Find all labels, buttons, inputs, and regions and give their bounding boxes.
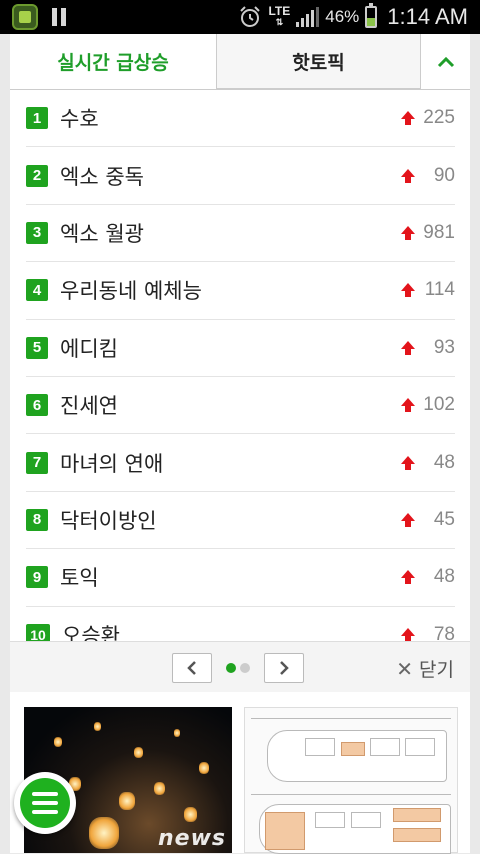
clock: 1:14 AM <box>387 4 468 29</box>
pause-icon <box>52 8 66 26</box>
trending-item[interactable]: 8 닥터이방인 45 <box>26 492 455 550</box>
rank-badge: 1 <box>26 107 48 130</box>
arrow-up-icon <box>401 570 415 585</box>
chevron-up-icon <box>437 56 454 67</box>
signal-icon <box>296 7 320 27</box>
arrow-up-icon <box>401 627 415 641</box>
rise-count: 981 <box>423 221 455 243</box>
arrow-up-icon <box>401 168 415 183</box>
chevron-left-icon <box>187 661 196 675</box>
rise-count: 114 <box>424 279 455 301</box>
battery-percent: 46% <box>325 7 360 26</box>
rank-badge: 3 <box>26 221 48 244</box>
rise-count: 225 <box>423 107 455 129</box>
chevron-right-icon <box>280 661 289 675</box>
rank-badge: 4 <box>26 279 48 302</box>
arrow-up-icon <box>401 283 415 298</box>
trending-term: 마녀의 연애 <box>60 451 164 476</box>
rise-count: 93 <box>433 336 455 358</box>
app-icon <box>12 4 38 30</box>
rank-badge: 8 <box>26 508 48 531</box>
rise-count: 48 <box>433 451 455 473</box>
arrow-up-icon <box>401 111 415 126</box>
arrow-up-icon <box>401 340 415 355</box>
trending-term: 수호 <box>60 107 99 132</box>
arrow-up-icon <box>401 398 415 413</box>
close-icon: ✕ <box>396 656 414 681</box>
trending-term: 엑소 월광 <box>60 221 144 246</box>
tab-bar: 실시간 급상승 핫토픽 <box>10 34 470 90</box>
rank-badge: 2 <box>26 164 48 187</box>
arrow-up-icon <box>401 512 415 527</box>
trending-list: 1 수호 225 2 엑소 중독 90 3 엑소 월광 981 4 우리동네 예체능 114 5 에디킴 9… <box>10 90 470 641</box>
trending-item[interactable]: 3 엑소 월광 981 <box>26 205 455 263</box>
rise-count: 48 <box>433 566 455 588</box>
floor-plan-image[interactable] <box>244 707 458 854</box>
tab-realtime[interactable]: 실시간 급상승 <box>10 34 216 89</box>
prev-page-button[interactable] <box>172 653 212 683</box>
trending-term: 닥터이방인 <box>60 508 157 533</box>
trending-term: 우리동네 예체능 <box>60 279 202 304</box>
page-dot-2 <box>240 663 250 673</box>
trending-term: 진세연 <box>60 394 118 419</box>
trending-item[interactable]: 6 진세연 102 <box>26 377 455 435</box>
arrow-up-icon <box>401 455 415 470</box>
trending-item[interactable]: 4 우리동네 예체능 114 <box>26 262 455 320</box>
trending-term: 에디킴 <box>60 336 118 361</box>
collapse-button[interactable] <box>420 34 470 89</box>
menu-icon <box>20 778 70 828</box>
rank-badge: 5 <box>26 336 48 359</box>
next-page-button[interactable] <box>264 653 304 683</box>
trending-panel: 실시간 급상승 핫토픽 1 수호 225 2 엑소 중독 90 3 엑소 월광 981 4 우리동네… <box>10 34 470 692</box>
tab-hottopic[interactable]: 핫토픽 <box>216 34 420 89</box>
trending-item[interactable]: 5 에디킴 93 <box>26 320 455 377</box>
trending-term: 토익 <box>60 566 99 591</box>
rank-badge: 10 <box>26 623 50 641</box>
trending-item[interactable]: 9 토익 48 <box>26 549 455 607</box>
battery-icon <box>365 3 378 28</box>
close-button[interactable]: ✕ 닫기 <box>396 655 454 682</box>
trending-item[interactable]: 10 오승환 78 <box>26 607 455 641</box>
panel-footer: ✕ 닫기 <box>10 641 470 692</box>
content-preview: news <box>10 692 470 854</box>
trending-term: 엑소 중독 <box>60 164 144 189</box>
rank-badge: 6 <box>26 394 48 417</box>
page-dot-1 <box>226 663 236 673</box>
trending-item[interactable]: 2 엑소 중독 90 <box>26 147 455 205</box>
alarm-icon <box>240 6 261 27</box>
page-indicator <box>212 663 264 673</box>
rise-count: 102 <box>423 394 455 416</box>
pager <box>172 653 304 683</box>
rank-badge: 7 <box>26 451 48 474</box>
rise-count: 90 <box>433 164 455 186</box>
arrow-up-icon <box>401 225 415 240</box>
rise-count: 78 <box>433 623 455 641</box>
status-bar: LTE ⇅ 46% 1:14 AM <box>0 0 480 34</box>
rise-count: 45 <box>433 508 455 530</box>
rank-badge: 9 <box>26 566 48 589</box>
menu-fab-button[interactable] <box>14 772 76 834</box>
trending-item[interactable]: 1 수호 225 <box>26 90 455 148</box>
trending-term: 오승환 <box>62 623 120 641</box>
photo-watermark: news <box>157 826 226 851</box>
lte-icon: LTE ⇅ <box>268 4 291 27</box>
close-label: 닫기 <box>419 659 454 681</box>
trending-item[interactable]: 7 마녀의 연애 48 <box>26 434 455 492</box>
